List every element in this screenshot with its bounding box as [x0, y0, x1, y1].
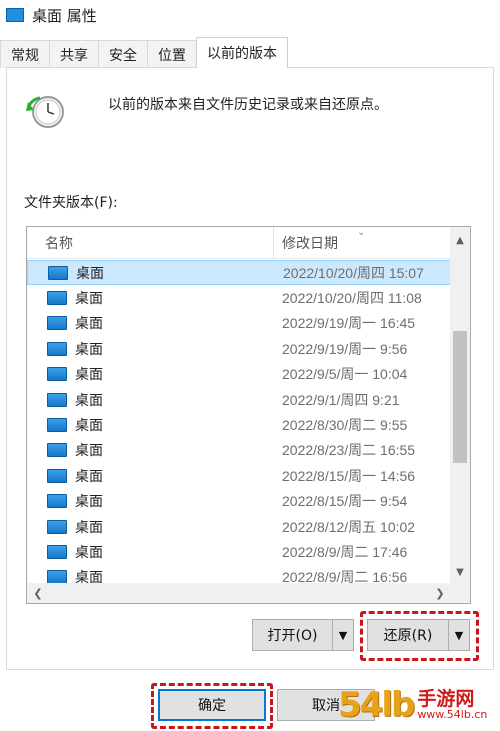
scroll-thumb[interactable]	[453, 331, 467, 463]
desktop-folder-icon	[6, 8, 24, 22]
list-item[interactable]: 桌面 2022/10/20/周四 15:07	[27, 260, 451, 286]
list-header: 名称 修改日期 ⌄	[27, 227, 451, 259]
open-dropdown-arrow-icon[interactable]: ▼	[333, 629, 353, 642]
item-date: 2022/8/12/周五 10:02	[282, 518, 416, 535]
scroll-up-icon[interactable]: ▲	[450, 231, 470, 249]
list-item[interactable]: 桌面 2022/9/1/周四 9:21	[27, 387, 451, 412]
folder-icon	[47, 544, 67, 559]
file-history-clock-icon	[26, 92, 66, 132]
folder-icon	[47, 418, 67, 433]
item-name: 桌面	[75, 519, 103, 536]
folder-versions-label: 文件夹版本(F):	[24, 195, 118, 211]
tab-security[interactable]: 安全	[98, 40, 148, 68]
item-name: 桌面	[75, 494, 103, 511]
window-title: 桌面 属性	[32, 6, 97, 25]
item-date: 2022/9/1/周四 9:21	[282, 391, 400, 408]
restore-highlight-box	[360, 611, 479, 661]
list-item[interactable]: 桌面 2022/8/12/周五 10:02	[27, 514, 451, 539]
item-date: 2022/9/19/周一 9:56	[282, 340, 408, 357]
scroll-down-icon[interactable]: ▼	[450, 563, 470, 581]
item-date: 2022/9/5/周一 10:04	[282, 366, 408, 383]
list-item[interactable]: 桌面 2022/9/19/周一 16:45	[27, 311, 451, 336]
item-name: 桌面	[76, 265, 104, 282]
site-watermark: 54lb 手游网 www.54lb.cn	[338, 680, 500, 730]
list-item[interactable]: 桌面 2022/8/23/周二 16:55	[27, 438, 451, 463]
item-name: 桌面	[75, 341, 103, 358]
watermark-text: 手游网 www.54lb.cn	[417, 688, 488, 721]
list-item[interactable]: 桌面 2022/10/20/周四 11:08	[27, 285, 451, 310]
info-row	[26, 92, 66, 132]
folder-icon	[47, 291, 67, 306]
folder-icon	[47, 341, 67, 356]
folder-icon	[47, 519, 67, 534]
column-header-date[interactable]: 修改日期	[274, 227, 338, 259]
watermark-url: www.54lb.cn	[417, 708, 488, 721]
item-name: 桌面	[75, 392, 103, 409]
sort-caret-icon: ⌄	[357, 227, 366, 238]
list-item[interactable]: 桌面 2022/8/30/周二 9:55	[27, 412, 451, 437]
ok-highlight-box	[151, 683, 273, 729]
folder-icon	[47, 316, 67, 331]
tab-general[interactable]: 常规	[0, 40, 50, 68]
item-name: 桌面	[75, 291, 103, 308]
watermark-site-name: 手游网	[417, 688, 475, 710]
scroll-right-icon[interactable]: ❯	[431, 583, 449, 603]
item-date: 2022/8/15/周一 9:54	[282, 493, 408, 510]
item-name: 桌面	[75, 367, 103, 384]
vertical-scrollbar[interactable]: ▲ ▼	[450, 227, 470, 585]
tab-location[interactable]: 位置	[147, 40, 197, 68]
list-item[interactable]: 桌面 2022/8/15/周一 14:56	[27, 463, 451, 488]
list-item[interactable]: 桌面 2022/8/15/周一 9:54	[27, 489, 451, 514]
column-header-name[interactable]: 名称	[27, 227, 274, 259]
folder-icon	[47, 367, 67, 382]
item-date: 2022/10/20/周四 15:07	[283, 264, 424, 281]
folder-icon	[47, 494, 67, 509]
item-name: 桌面	[75, 468, 103, 485]
item-date: 2022/8/30/周二 9:55	[282, 417, 408, 434]
list-item[interactable]: 桌面 2022/9/5/周一 10:04	[27, 362, 451, 387]
item-date: 2022/8/9/周二 17:46	[282, 543, 408, 560]
tab-previous-versions[interactable]: 以前的版本	[196, 37, 288, 68]
folder-icon	[47, 468, 67, 483]
item-name: 桌面	[75, 418, 103, 435]
item-date: 2022/9/19/周一 16:45	[282, 315, 416, 332]
info-text: 以前的版本来自文件历史记录或来自还原点。	[108, 97, 388, 113]
scroll-left-icon[interactable]: ❮	[29, 583, 47, 603]
title-bar: 桌面 属性	[0, 0, 500, 30]
list-item[interactable]: 桌面 2022/9/19/周一 9:56	[27, 336, 451, 361]
item-date: 2022/8/15/周一 14:56	[282, 467, 416, 484]
folder-icon	[47, 392, 67, 407]
watermark-number: 54lb	[338, 685, 415, 725]
list-item[interactable]: 桌面 2022/8/9/周二 17:46	[27, 539, 451, 564]
folder-icon	[48, 265, 68, 280]
item-date: 2022/10/20/周四 11:08	[282, 290, 422, 307]
scroll-corner	[450, 583, 470, 603]
tab-strip: 常规 共享 安全 位置 以前的版本	[0, 37, 500, 68]
horizontal-scrollbar[interactable]: ❮ ❯	[27, 583, 451, 603]
item-date: 2022/8/23/周二 16:55	[282, 442, 416, 459]
tab-sharing[interactable]: 共享	[49, 40, 99, 68]
open-split-button[interactable]: 打开(O) ▼	[252, 619, 354, 651]
open-button[interactable]: 打开(O)	[253, 620, 333, 650]
item-name: 桌面	[75, 316, 103, 333]
item-name: 桌面	[75, 443, 103, 460]
item-name: 桌面	[75, 544, 103, 561]
versions-listbox[interactable]: 名称 修改日期 ⌄ 桌面 2022/10/20/周四 15:07 桌面 2022/1…	[26, 226, 471, 604]
folder-icon	[47, 443, 67, 458]
version-rows: 桌面 2022/10/20/周四 15:07 桌面 2022/10/20/周四 11…	[27, 260, 451, 590]
